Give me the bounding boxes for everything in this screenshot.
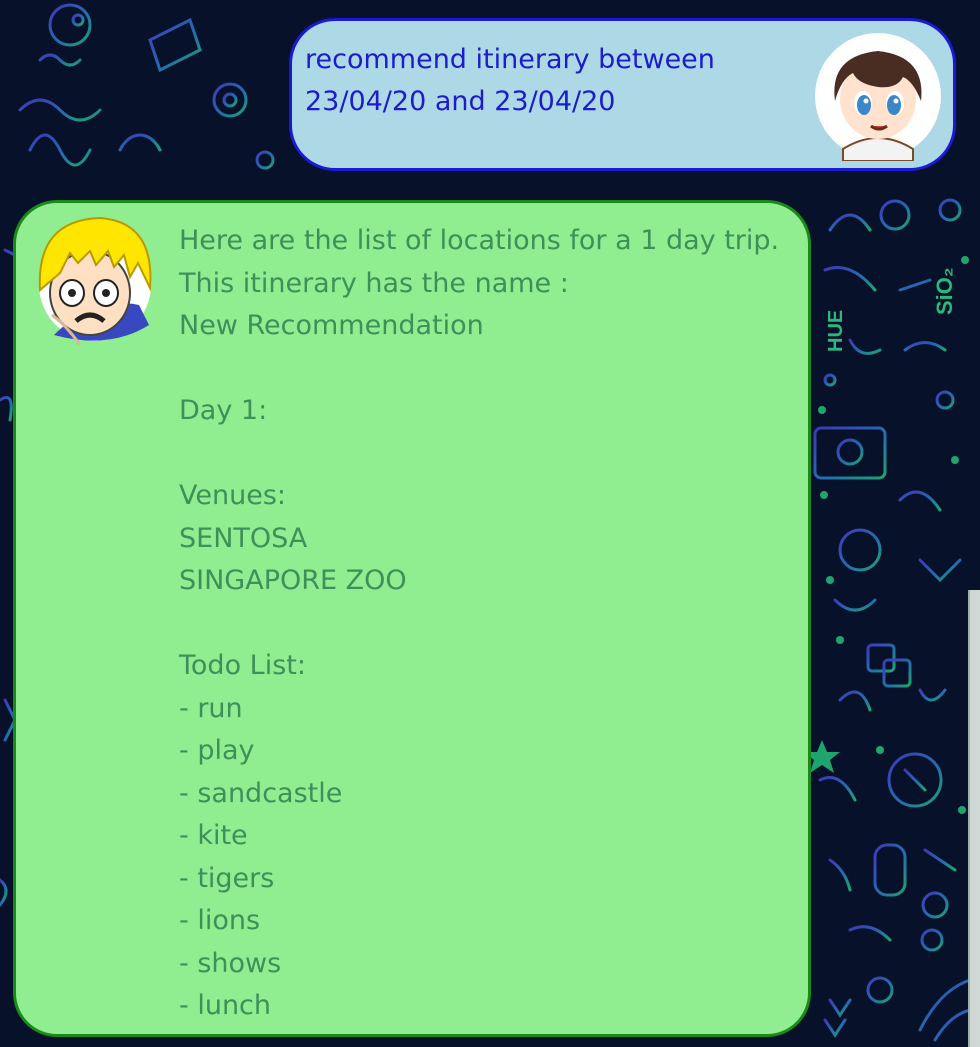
window-edge-strip: [968, 590, 980, 1047]
user-avatar: [815, 33, 941, 161]
user-message-text: recommend itinerary between 23/04/20 and…: [305, 44, 715, 117]
bot-message-text: Here are the list of locations for a 1 d…: [179, 225, 780, 1021]
background-sio2-text: SiO₂: [932, 267, 957, 315]
user-message-bubble: recommend itinerary between 23/04/20 and…: [289, 18, 956, 171]
background-hue-text: HUE: [825, 310, 847, 352]
bot-avatar: [38, 216, 152, 345]
bot-message-bubble: Here are the list of locations for a 1 d…: [13, 200, 811, 1037]
